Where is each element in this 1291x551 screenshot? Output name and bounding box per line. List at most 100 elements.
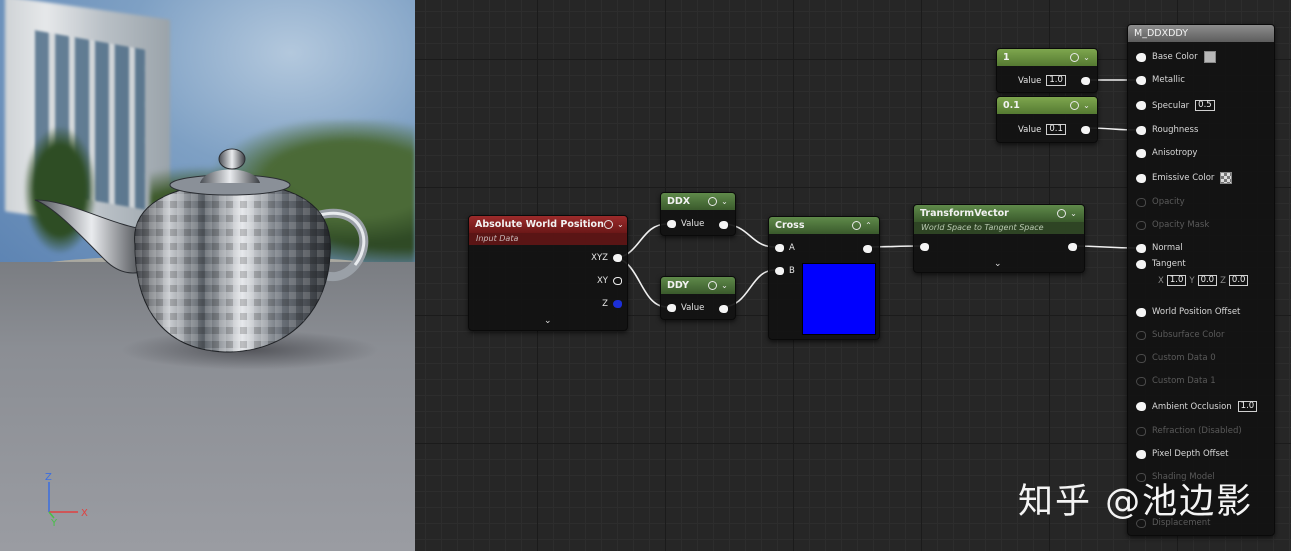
input-pin-icon[interactable] xyxy=(1136,125,1146,135)
input-pin-icon[interactable] xyxy=(1136,101,1146,110)
input-pin-icon[interactable] xyxy=(1136,220,1146,230)
material-input-tangent[interactable]: Tangent xyxy=(1136,259,1186,269)
input-b[interactable]: B xyxy=(775,266,795,276)
input-pin-icon[interactable] xyxy=(1136,426,1146,436)
output-pin-icon[interactable] xyxy=(719,221,728,229)
preview-toggle-icon[interactable] xyxy=(603,220,613,229)
node-cross[interactable]: Cross ⌃ A B xyxy=(768,216,880,340)
preview-toggle-icon[interactable] xyxy=(708,281,717,290)
input-pin-icon[interactable] xyxy=(1136,353,1146,363)
input-pin-icon[interactable] xyxy=(1136,449,1146,459)
material-input-world-position-offset[interactable]: World Position Offset xyxy=(1136,307,1240,317)
node-header[interactable]: M_DDXDDY xyxy=(1128,25,1274,42)
value-input[interactable]: 0.1 xyxy=(1046,124,1066,135)
output-pin-icon[interactable] xyxy=(613,277,622,285)
output-pin-icon[interactable] xyxy=(1068,243,1077,251)
material-input-ambient-occlusion[interactable]: Ambient Occlusion 1.0 xyxy=(1136,401,1258,412)
output-pin-icon[interactable] xyxy=(613,300,622,308)
chevron-up-icon[interactable]: ⌃ xyxy=(864,221,873,230)
material-input-custom-data-0[interactable]: Custom Data 0 xyxy=(1136,353,1216,363)
node-constant-0-1[interactable]: 0.1 ⌄ Value 0.1 xyxy=(996,96,1098,143)
output-pin-icon[interactable] xyxy=(719,305,728,313)
material-input-custom-data-1[interactable]: Custom Data 1 xyxy=(1136,376,1216,386)
input-pin-icon[interactable] xyxy=(1136,148,1146,158)
chevron-down-icon[interactable]: ⌄ xyxy=(1069,209,1078,218)
chevron-down-icon[interactable]: ⌄ xyxy=(616,220,625,229)
output-xy[interactable]: XY xyxy=(597,276,622,286)
viewport-preview[interactable]: Z X Y xyxy=(0,0,415,551)
node-header[interactable]: TransformVector ⌄ xyxy=(914,205,1084,222)
input-pin-icon[interactable] xyxy=(1136,376,1146,386)
input-pin-icon[interactable] xyxy=(1136,243,1146,253)
input-pin-icon[interactable] xyxy=(1136,75,1146,85)
material-input-specular[interactable]: Specular 0.5 xyxy=(1136,100,1215,111)
input-pin-icon[interactable] xyxy=(1136,259,1146,269)
material-input-opacity-mask[interactable]: Opacity Mask xyxy=(1136,220,1209,230)
preview-toggle-icon[interactable] xyxy=(1070,53,1079,62)
output-pin-icon[interactable] xyxy=(613,254,622,262)
node-header[interactable]: Cross ⌃ xyxy=(769,217,879,234)
material-input-normal[interactable]: Normal xyxy=(1136,243,1183,253)
material-input-refraction-disabled[interactable]: Refraction (Disabled) xyxy=(1136,426,1242,436)
node-header[interactable]: 1 ⌄ xyxy=(997,49,1097,66)
chevron-down-icon[interactable]: ⌄ xyxy=(1082,101,1091,110)
input-pin-icon[interactable] xyxy=(667,304,676,312)
output-pin-icon[interactable] xyxy=(863,245,872,253)
node-subtitle: World Space to Tangent Space xyxy=(914,222,1084,234)
input-value[interactable]: Value xyxy=(667,219,704,229)
chevron-down-icon[interactable]: ⌄ xyxy=(720,197,729,206)
value-input[interactable]: 1.0 xyxy=(1046,75,1066,86)
node-constant-1[interactable]: 1 ⌄ Value 1.0 xyxy=(996,48,1098,93)
input-pin-icon[interactable] xyxy=(667,220,676,228)
material-input-base-color[interactable]: Base Color xyxy=(1136,51,1216,63)
chevron-down-icon[interactable]: ⌄ xyxy=(1082,53,1091,62)
material-input-roughness[interactable]: Roughness xyxy=(1136,125,1198,135)
input-value[interactable]: Value xyxy=(667,303,704,313)
default-value-input[interactable]: 0.5 xyxy=(1195,100,1215,111)
color-swatch[interactable] xyxy=(1220,172,1233,184)
node-header[interactable]: Absolute World Position ⌄ xyxy=(469,216,627,233)
output-xyz[interactable]: XYZ xyxy=(591,253,622,263)
preview-toggle-icon[interactable] xyxy=(708,197,717,206)
input-pin-icon[interactable] xyxy=(1136,52,1146,62)
preview-toggle-icon[interactable] xyxy=(852,221,861,230)
default-value-input[interactable]: 1.0 xyxy=(1237,401,1258,412)
input-pin-icon[interactable] xyxy=(1136,307,1146,317)
preview-toggle-icon[interactable] xyxy=(1070,101,1079,110)
tangent-z-input[interactable]: 0.0 xyxy=(1228,275,1249,286)
material-input-opacity[interactable]: Opacity xyxy=(1136,197,1185,207)
material-input-emissive-color[interactable]: Emissive Color xyxy=(1136,172,1233,184)
output-pin-icon[interactable] xyxy=(1081,77,1090,85)
input-pin-icon[interactable] xyxy=(1136,402,1146,411)
input-pin-icon[interactable] xyxy=(920,243,929,251)
material-input-anisotropy[interactable]: Anisotropy xyxy=(1136,148,1197,158)
node-transform-vector[interactable]: TransformVector ⌄ World Space to Tangent… xyxy=(913,204,1085,273)
node-absolute-world-position[interactable]: Absolute World Position ⌄ Input Data XYZ… xyxy=(468,215,628,331)
tangent-x-input[interactable]: 1.0 xyxy=(1166,275,1187,286)
node-ddy[interactable]: DDY ⌄ Value xyxy=(660,276,736,320)
chevron-down-icon[interactable]: ⌄ xyxy=(720,281,729,290)
node-ddx[interactable]: DDX ⌄ Value xyxy=(660,192,736,236)
input-pin-icon[interactable] xyxy=(1136,197,1146,207)
output-z[interactable]: Z xyxy=(602,299,622,309)
node-header[interactable]: DDY ⌄ xyxy=(661,277,735,294)
node-header[interactable]: DDX ⌄ xyxy=(661,193,735,210)
input-pin-icon[interactable] xyxy=(1136,330,1146,340)
input-pin-icon[interactable] xyxy=(1136,173,1146,183)
input-a[interactable]: A xyxy=(775,243,795,253)
expand-chevron-icon[interactable]: ⌄ xyxy=(994,259,1002,269)
node-header[interactable]: 0.1 ⌄ xyxy=(997,97,1097,114)
node-material-output[interactable]: M_DDXDDY Base Color Metallic Specular 0.5 Ro… xyxy=(1127,24,1275,536)
output-pin-icon[interactable] xyxy=(1081,126,1090,134)
input-pin-icon[interactable] xyxy=(775,244,784,252)
tangent-y-input[interactable]: 0.0 xyxy=(1197,275,1218,286)
material-input-pixel-depth-offset[interactable]: Pixel Depth Offset xyxy=(1136,449,1229,459)
color-swatch[interactable] xyxy=(1203,51,1216,63)
preview-toggle-icon[interactable] xyxy=(1057,209,1066,218)
material-input-subsurface-color[interactable]: Subsurface Color xyxy=(1136,330,1225,340)
expand-chevron-icon[interactable]: ⌄ xyxy=(544,316,552,326)
material-graph-canvas[interactable]: Absolute World Position ⌄ Input Data XYZ… xyxy=(415,0,1291,551)
material-input-metallic[interactable]: Metallic xyxy=(1136,75,1185,85)
material-input-label: Emissive Color xyxy=(1152,173,1215,183)
input-pin-icon[interactable] xyxy=(775,267,784,275)
